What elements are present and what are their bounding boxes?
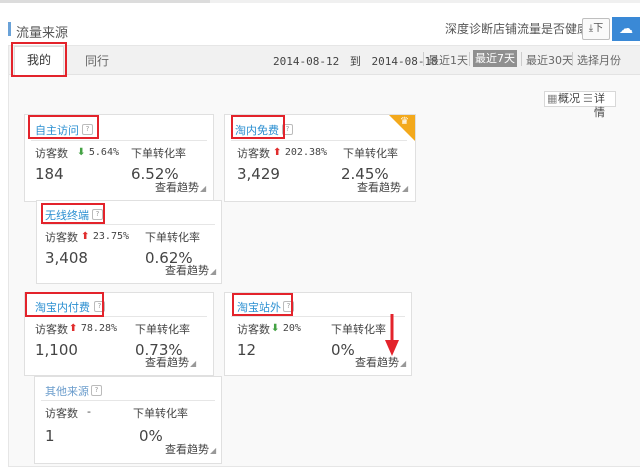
card-other[interactable]: 其他来源 ? 访客数 - 下单转化率 1 0% 查看趋势◢ xyxy=(34,376,222,464)
visitors-value: 3,429 xyxy=(237,165,280,183)
visitors-label: 访客数 xyxy=(35,323,68,336)
highlight-box-wireless xyxy=(41,203,105,224)
range-30-days-button[interactable]: 最近30天 xyxy=(526,52,573,68)
visitors-change: ⬆ 202.38% xyxy=(273,147,328,158)
trend-arrow-icon: ◢ xyxy=(402,184,409,193)
month-select-button[interactable]: 选择月份 xyxy=(577,52,621,68)
conversion-label: 下单转化率 xyxy=(133,407,188,420)
divider xyxy=(31,140,207,141)
highlight-box-free xyxy=(231,115,285,139)
grid-icon: ▦ xyxy=(547,92,558,105)
section-title: 流量来源 xyxy=(16,26,69,41)
visitors-label: 访客数 xyxy=(237,147,270,160)
card-title[interactable]: 其他来源 xyxy=(45,383,89,399)
detail-button[interactable]: 详情 xyxy=(594,92,615,120)
cloud-help-icon[interactable]: ☁ xyxy=(612,17,640,41)
divider xyxy=(521,52,522,66)
highlight-box-paid xyxy=(25,292,104,317)
conversion-label: 下单转化率 xyxy=(145,231,200,244)
conversion-label: 下单转化率 xyxy=(131,147,186,160)
tab-peer[interactable]: 同行 xyxy=(85,52,109,69)
crown-icon: ♛ xyxy=(400,116,409,127)
visitors-value: 1,100 xyxy=(35,341,78,359)
view-trend-link[interactable]: 查看趋势◢ xyxy=(155,179,206,195)
range-7-days-button[interactable]: 最近7天 xyxy=(473,50,517,67)
visitors-change: ⬇ 20% xyxy=(271,323,301,334)
top-divider xyxy=(0,0,640,3)
help-icon[interactable]: ? xyxy=(91,385,102,396)
visitors-change: ⬆ 78.28% xyxy=(69,323,118,334)
down-arrow-icon: ⬇ xyxy=(77,147,86,158)
overview-button[interactable]: 概况 xyxy=(558,92,580,106)
conversion-label: 下单转化率 xyxy=(331,323,386,336)
range-1-day-button[interactable]: 最近1天 xyxy=(428,52,468,68)
download-button[interactable]: ⤓下 xyxy=(582,18,610,40)
highlight-box-tab xyxy=(11,42,67,77)
visitors-change: - xyxy=(87,405,91,418)
up-arrow-icon: ⬆ xyxy=(69,323,78,334)
divider xyxy=(423,52,424,66)
trend-arrow-icon: ◢ xyxy=(210,446,217,455)
view-trend-link[interactable]: 查看趋势◢ xyxy=(145,354,196,370)
highlight-box-external xyxy=(232,293,293,316)
date-range: 2014-08-12 到 2014-08-18 xyxy=(273,55,438,68)
divider xyxy=(231,140,407,141)
up-arrow-icon: ⬆ xyxy=(81,231,90,242)
trend-arrow-icon: ◢ xyxy=(200,184,207,193)
trend-arrow-icon: ◢ xyxy=(190,359,197,368)
visitors-value: 1 xyxy=(45,427,55,445)
visitors-label: 访客数 xyxy=(45,407,78,420)
view-toggle: ▦ 概况 ☰ 详情 xyxy=(544,91,616,119)
conversion-value: 0% xyxy=(331,341,355,359)
section-marker xyxy=(8,22,11,36)
visitors-label: 访客数 xyxy=(45,231,78,244)
visitors-change: ⬇ 5.64% xyxy=(77,147,119,158)
divider xyxy=(43,224,215,225)
list-icon: ☰ xyxy=(583,92,593,105)
down-arrow-icon: ⬇ xyxy=(271,323,280,334)
visitors-value: 12 xyxy=(237,341,257,359)
trend-arrow-icon: ◢ xyxy=(210,267,217,276)
visitors-value: 3,408 xyxy=(45,249,88,267)
divider xyxy=(231,316,405,317)
conversion-value: 0% xyxy=(139,427,163,445)
conversion-label: 下单转化率 xyxy=(343,147,398,160)
trend-arrow-icon: ◢ xyxy=(400,359,407,368)
highlight-box-direct xyxy=(28,115,99,139)
visitors-change: ⬆ 23.75% xyxy=(81,231,130,242)
divider xyxy=(572,52,573,66)
view-trend-link[interactable]: 查看趋势◢ xyxy=(165,262,216,278)
annotation-arrow-icon xyxy=(385,314,399,356)
visitors-value: 184 xyxy=(35,165,64,183)
divider xyxy=(469,52,470,66)
view-trend-link[interactable]: 查看趋势◢ xyxy=(357,179,408,195)
divider xyxy=(41,400,215,401)
visitors-label: 访客数 xyxy=(35,147,68,160)
conversion-label: 下单转化率 xyxy=(135,323,190,336)
view-trend-link[interactable]: 查看趋势◢ xyxy=(165,441,216,457)
up-arrow-icon: ⬆ xyxy=(273,147,282,158)
visitors-label: 访客数 xyxy=(237,323,270,336)
